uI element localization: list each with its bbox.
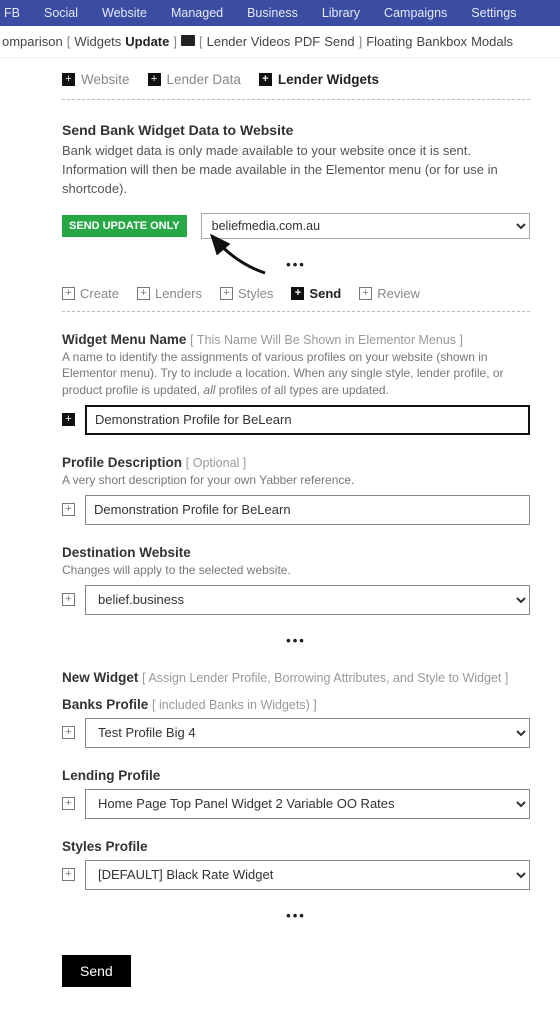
desc-text: profiles of all types are updated. xyxy=(215,383,388,397)
bc-pdf[interactable]: PDF xyxy=(294,34,320,49)
widget-menu-input[interactable] xyxy=(85,405,530,435)
tab-label: Lender Data xyxy=(167,72,241,87)
send-update-row: SEND UPDATE ONLY beliefmedia.com.au xyxy=(62,213,530,239)
nav-settings[interactable]: Settings xyxy=(471,6,516,20)
new-widget-label: New Widget [ Assign Lender Profile, Borr… xyxy=(62,670,530,685)
divider xyxy=(62,99,530,100)
dots-divider: ••• xyxy=(62,633,530,648)
label-hint: [ This Name Will Be Shown in Elementor M… xyxy=(190,333,463,347)
plus-icon: + xyxy=(148,73,161,86)
section-body: Bank widget data is only made available … xyxy=(62,142,530,199)
tab-website[interactable]: + Website xyxy=(62,72,130,87)
plus-icon[interactable]: + xyxy=(62,797,75,810)
subtab-label: Send xyxy=(309,286,341,301)
dest-site-label: Destination Website xyxy=(62,545,530,560)
nav-library[interactable]: Library xyxy=(322,6,360,20)
dots-divider: ••• xyxy=(62,908,530,923)
bc-sep: [ xyxy=(67,34,71,49)
label-text: New Widget xyxy=(62,670,138,685)
plus-icon: + xyxy=(359,287,372,300)
bc-sep: ] xyxy=(359,34,363,49)
plus-icon[interactable]: + xyxy=(62,413,75,426)
send-update-button[interactable]: SEND UPDATE ONLY xyxy=(62,215,187,237)
banks-profile-label: Banks Profile [ included Banks in Widget… xyxy=(62,697,530,712)
site-select[interactable]: beliefmedia.com.au xyxy=(201,213,530,239)
subtab-send[interactable]: + Send xyxy=(291,286,341,301)
plus-icon[interactable]: + xyxy=(62,503,75,516)
plus-icon: + xyxy=(291,287,304,300)
bc-send[interactable]: Send xyxy=(324,34,354,49)
bc-floating[interactable]: Floating xyxy=(366,34,412,49)
profile-desc-label: Profile Description [ Optional ] xyxy=(62,455,530,470)
styles-profile-label: Styles Profile xyxy=(62,839,530,854)
plus-icon[interactable]: + xyxy=(62,868,75,881)
label-text: Profile Description xyxy=(62,455,182,470)
label-text: Banks Profile xyxy=(62,697,148,712)
styles-profile-row: + [DEFAULT] Black Rate Widget xyxy=(62,860,530,890)
plus-icon: + xyxy=(220,287,233,300)
nav-campaigns[interactable]: Campaigns xyxy=(384,6,447,20)
subtab-styles[interactable]: + Styles xyxy=(220,286,273,301)
label-hint: [ included Banks in Widgets) ] xyxy=(152,698,317,712)
section-title: Send Bank Widget Data to Website xyxy=(62,122,530,138)
bc-sep: ] xyxy=(173,34,177,49)
tab-label: Website xyxy=(81,72,130,87)
profile-desc-input[interactable] xyxy=(85,495,530,525)
subtab-label: Lenders xyxy=(155,286,202,301)
lending-profile-select[interactable]: Home Page Top Panel Widget 2 Variable OO… xyxy=(85,789,530,819)
nav-business[interactable]: Business xyxy=(247,6,298,20)
dots-divider: ••• xyxy=(62,257,530,272)
label-text: Widget Menu Name xyxy=(62,332,186,347)
bc-comparison[interactable]: omparison xyxy=(2,34,63,49)
bc-update[interactable]: Update xyxy=(125,34,169,49)
nav-website[interactable]: Website xyxy=(102,6,147,20)
tab-lender-widgets[interactable]: + Lender Widgets xyxy=(259,72,379,87)
top-nav: FB Social Website Managed Business Libra… xyxy=(0,0,560,26)
profile-desc-desc: A very short description for your own Ya… xyxy=(62,472,530,489)
plus-icon: + xyxy=(62,73,75,86)
widget-menu-label: Widget Menu Name [ This Name Will Be Sho… xyxy=(62,332,530,347)
send-button[interactable]: Send xyxy=(62,955,131,987)
plus-icon[interactable]: + xyxy=(62,593,75,606)
nav-fb[interactable]: FB xyxy=(4,6,20,20)
breadcrumb: omparison [ Widgets Update ] [ Lender Vi… xyxy=(0,26,560,58)
banks-profile-select[interactable]: Test Profile Big 4 xyxy=(85,718,530,748)
subtab-label: Styles xyxy=(238,286,273,301)
widget-menu-row: + xyxy=(62,405,530,435)
dest-site-select[interactable]: belief.business xyxy=(85,585,530,615)
desc-em: all xyxy=(203,383,215,397)
subtabs: + Create + Lenders + Styles + Send + Review xyxy=(62,276,530,309)
folder-icon xyxy=(181,35,195,46)
widget-menu-desc: A name to identify the assignments of va… xyxy=(62,349,530,399)
bc-bankbox[interactable]: Bankbox xyxy=(416,34,467,49)
subtab-lenders[interactable]: + Lenders xyxy=(137,286,202,301)
plus-icon: + xyxy=(259,73,272,86)
divider xyxy=(62,311,530,312)
nav-social[interactable]: Social xyxy=(44,6,78,20)
lending-profile-label: Lending Profile xyxy=(62,768,530,783)
dest-site-row: + belief.business xyxy=(62,585,530,615)
bc-modals[interactable]: Modals xyxy=(471,34,513,49)
subtab-label: Create xyxy=(80,286,119,301)
plus-icon: + xyxy=(62,287,75,300)
label-hint: [ Optional ] xyxy=(186,456,246,470)
plus-icon: + xyxy=(137,287,150,300)
bc-lender-videos[interactable]: Lender Videos xyxy=(207,34,291,49)
subtab-label: Review xyxy=(377,286,420,301)
nav-managed[interactable]: Managed xyxy=(171,6,223,20)
plus-icon[interactable]: + xyxy=(62,726,75,739)
label-hint: [ Assign Lender Profile, Borrowing Attri… xyxy=(142,671,508,685)
profile-desc-row: + xyxy=(62,495,530,525)
bc-widgets[interactable]: Widgets xyxy=(74,34,121,49)
primary-tabs: + Website + Lender Data + Lender Widgets xyxy=(62,58,530,97)
dest-site-desc: Changes will apply to the selected websi… xyxy=(62,562,530,579)
banks-profile-row: + Test Profile Big 4 xyxy=(62,718,530,748)
subtab-review[interactable]: + Review xyxy=(359,286,420,301)
bc-sep: [ xyxy=(199,34,203,49)
styles-profile-select[interactable]: [DEFAULT] Black Rate Widget xyxy=(85,860,530,890)
subtab-create[interactable]: + Create xyxy=(62,286,119,301)
tab-lender-data[interactable]: + Lender Data xyxy=(148,72,241,87)
lending-profile-row: + Home Page Top Panel Widget 2 Variable … xyxy=(62,789,530,819)
tab-label: Lender Widgets xyxy=(278,72,379,87)
